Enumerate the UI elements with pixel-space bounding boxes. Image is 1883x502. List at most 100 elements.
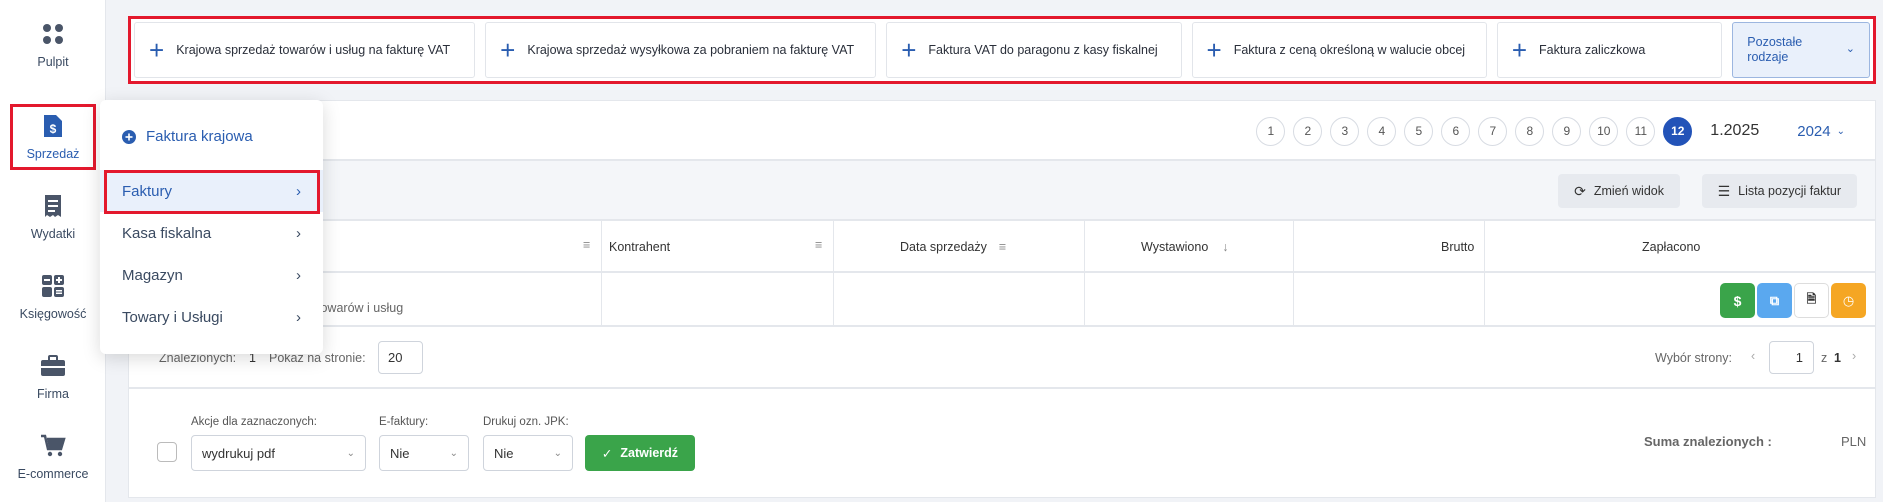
year-value: 2024 [1797,122,1831,140]
change-view-button[interactable]: ⟳ Zmień widok [1558,174,1680,208]
reminder-button[interactable]: ◷ [1831,283,1866,318]
payment-button[interactable]: $ [1720,283,1755,318]
menu-item-warehouse[interactable]: Magazyn › [100,254,323,296]
chevron-right-icon: › [296,224,301,242]
menu-item-label: Magazyn [122,266,183,284]
confirm-button[interactable]: ✓ Zatwierdź [585,435,695,471]
button-label: Faktura zaliczkowa [1539,42,1646,57]
of-label: z [1821,351,1828,365]
button-label: Zmień widok [1593,184,1664,198]
new-advance-invoice-button[interactable]: + Faktura zaliczkowa [1496,22,1723,78]
next-page-icon[interactable]: › [1852,349,1856,363]
menu-item-label: Kasa fiskalna [122,224,212,242]
month-button[interactable]: 10 [1589,116,1619,146]
menu-item-goods-services[interactable]: Towary i Usługi › [100,296,323,338]
month-button[interactable]: 8 [1515,116,1545,146]
column-menu-icon[interactable]: ≡ [815,238,822,252]
other-types-dropdown[interactable]: Pozostałe rodzaje ⌄ [1732,22,1871,78]
sort-down-icon: ↓ [1222,240,1229,254]
sidebar-item-wydatki[interactable]: Wydatki [0,182,106,252]
month-button[interactable]: 5 [1404,116,1434,146]
menu-item-label: Towary i Usługi [122,308,223,326]
period-header: y 1 2 3 4 5 6 7 8 9 10 11 12 1.2025 2024… [128,100,1876,160]
sidebar-item-ksiegowosc[interactable]: Księgowość [0,262,106,332]
dollar-icon: $ [1733,292,1742,309]
sidebar-item-ecommerce[interactable]: E-commerce [0,422,106,492]
sidebar-item-label: E-commerce [17,467,89,481]
month-button[interactable]: 4 [1367,116,1397,146]
month-button[interactable]: 11 [1626,116,1656,146]
table-header: ≡ Kontrahent ≡ Data sprzedaży ≡ Wystawio… [128,220,1876,273]
month-button[interactable]: 3 [1330,116,1360,146]
month-button[interactable]: 1 [1256,116,1286,146]
month-button[interactable]: 2 [1293,116,1323,146]
chevron-down-icon: ⌄ [1836,125,1845,137]
chevron-right-icon: › [296,308,301,326]
table-row[interactable]: towarów i usług $ ⧉ 🗎 ◷ [128,272,1876,327]
column-divider [1293,221,1294,273]
month-button[interactable]: 6 [1441,116,1471,146]
invoice-items-list-button[interactable]: ☰ Lista pozycji faktur [1701,174,1857,208]
button-label: Faktura VAT do paragonu z kasy fiskalnej [928,42,1158,57]
column-label: Kontrahent [609,240,671,254]
column-header-paid[interactable]: Zapłacono [1642,221,1700,273]
plus-icon: + [901,35,917,65]
year-dropdown[interactable]: 2024 ⌄ [1797,123,1845,140]
calculator-icon [40,273,66,299]
sidebar-item-label: Księgowość [19,307,87,321]
chevron-right-icon: › [296,266,301,284]
new-foreign-currency-invoice-button[interactable]: + Faktura z ceną określoną w walucie obc… [1191,22,1487,78]
sidebar-item-firma[interactable]: Firma [0,342,106,412]
column-divider [833,221,834,273]
einvoices-value: Nie [390,445,410,461]
month-button-current[interactable]: 12 [1663,116,1693,146]
page-input[interactable]: 1 [1769,341,1814,374]
sum-label: Suma znalezionych : [1644,434,1772,449]
button-label: Zatwierdź [620,446,679,460]
new-receipt-vat-invoice-button[interactable]: + Faktura VAT do paragonu z kasy fiskaln… [886,22,1182,78]
column-label: Data sprzedaży [900,240,987,254]
plus-icon: + [500,35,516,65]
jpk-select[interactable]: Nie ⌄ [483,435,573,471]
month-button[interactable]: 7 [1478,116,1508,146]
new-cod-vat-invoice-button[interactable]: + Krajowa sprzedaż wysyłkowa za pobranie… [485,22,877,78]
actions-select[interactable]: wydrukuj pdf ⌄ [191,435,366,471]
per-page-input[interactable]: 20 [378,341,423,374]
pdf-button[interactable]: 🗎 [1794,283,1829,318]
column-header-contractor[interactable]: Kontrahent [609,221,670,273]
prev-page-icon[interactable]: ‹ [1751,349,1755,363]
einvoices-select[interactable]: Nie ⌄ [379,435,469,471]
menu-top-label: Faktura krajowa [146,128,253,145]
column-divider [601,221,602,273]
sidebar-item-label: Firma [37,387,69,401]
sidebar-item-label: Wydatki [30,227,76,241]
new-domestic-vat-invoice-button[interactable]: + Krajowa sprzedaż towarów i usług na fa… [134,22,476,78]
column-menu-icon[interactable]: ≡ [583,238,590,252]
einvoices-label: E-faktury: [379,416,429,428]
sidebar-item-pulpit[interactable]: Pulpit [0,10,106,80]
column-header-sale-date[interactable]: Data sprzedaży ≡ [900,221,1006,273]
briefcase-icon [40,353,66,379]
per-page-value: 20 [388,350,403,365]
button-label: Lista pozycji faktur [1738,184,1841,198]
chevron-down-icon: ⌄ [553,447,562,459]
select-all-checkbox[interactable] [157,442,177,462]
sales-submenu: Faktura krajowa Faktury › Kasa fiskalna … [100,100,323,354]
highlight-box [10,104,96,170]
menu-item-cash-register[interactable]: Kasa fiskalna › [100,212,323,254]
month-button[interactable]: 9 [1552,116,1582,146]
button-label: Krajowa sprzedaż wysyłkowa za pobraniem … [527,42,855,57]
new-domestic-invoice-link[interactable]: Faktura krajowa [122,128,253,145]
pagination-bar: Znalezionych: 1 Pokaż na stronie: 20 Wyb… [128,326,1876,388]
column-label: Brutto [1441,240,1475,254]
duplicate-button[interactable]: ⧉ [1757,283,1792,318]
bulk-actions-bar: Akcje dla zaznaczonych: wydrukuj pdf ⌄ E… [128,388,1876,498]
column-header-issued[interactable]: Wystawiono ↓ [1141,221,1229,273]
column-divider [833,273,834,327]
invoice-type-text: towarów i usług [317,301,404,315]
total-pages: 1 [1834,351,1841,365]
sidebar-item-label: Pulpit [37,55,69,69]
cart-icon [40,433,66,459]
column-header-gross[interactable]: Brutto [1441,221,1474,273]
column-divider [1484,221,1485,273]
